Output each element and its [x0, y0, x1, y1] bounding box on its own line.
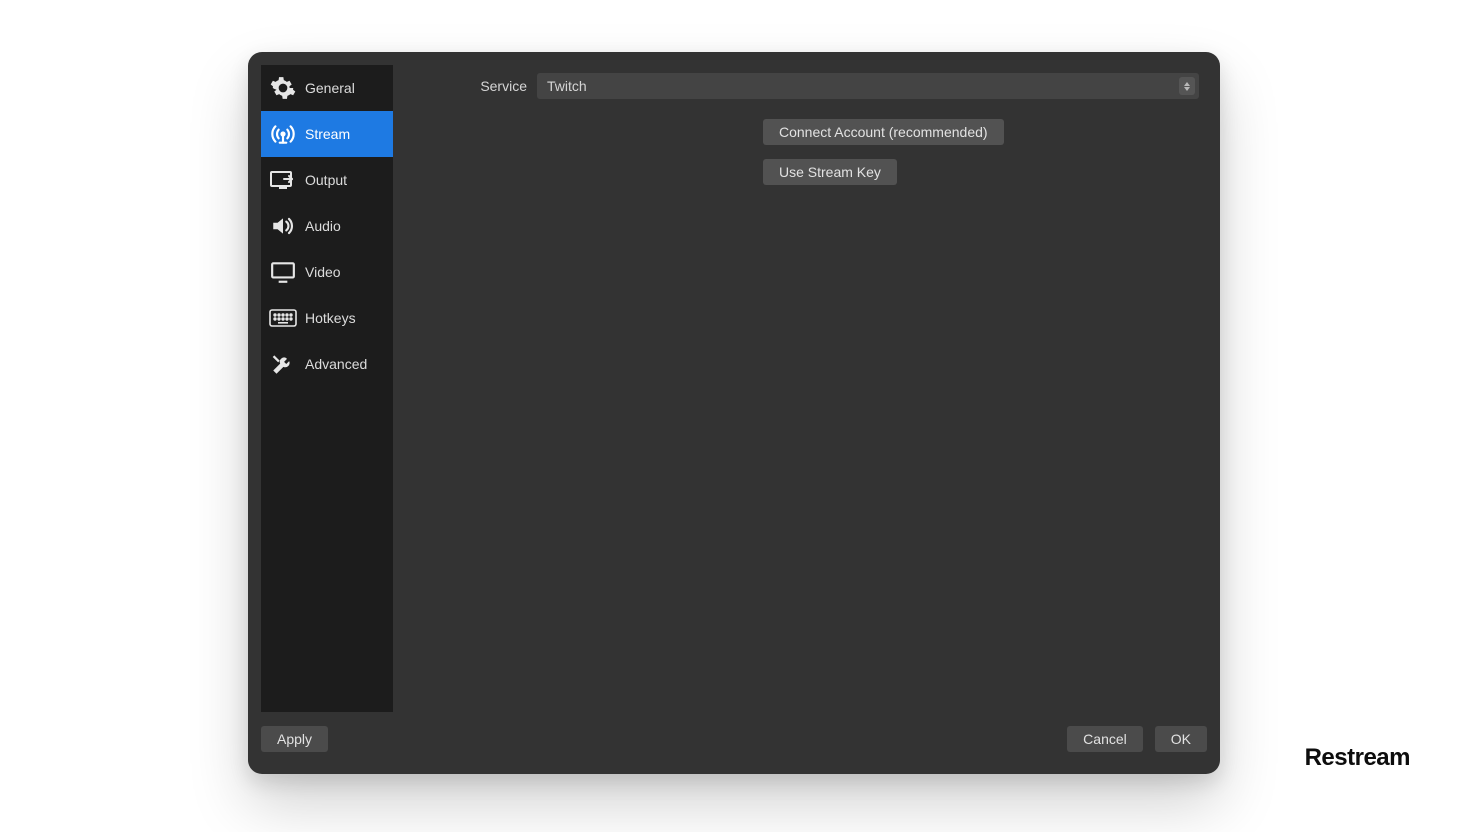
antenna-icon	[269, 120, 297, 148]
sidebar-item-audio[interactable]: Audio	[261, 203, 393, 249]
sidebar-item-label: Output	[305, 172, 347, 188]
speaker-icon	[269, 212, 297, 240]
ok-button[interactable]: OK	[1155, 726, 1207, 752]
connect-account-button[interactable]: Connect Account (recommended)	[763, 119, 1004, 145]
service-label: Service	[407, 78, 527, 94]
output-icon	[269, 166, 297, 194]
keyboard-icon	[269, 304, 297, 332]
sidebar-item-label: Video	[305, 264, 341, 280]
service-row: Service Twitch	[407, 73, 1199, 99]
tools-icon	[269, 350, 297, 378]
gear-icon	[269, 74, 297, 102]
chevron-updown-icon	[1179, 77, 1195, 95]
sidebar-item-video[interactable]: Video	[261, 249, 393, 295]
service-value: Twitch	[547, 78, 587, 94]
sidebar-item-label: Hotkeys	[305, 310, 356, 326]
cancel-button[interactable]: Cancel	[1067, 726, 1143, 752]
service-select[interactable]: Twitch	[537, 73, 1199, 99]
sidebar-item-label: Stream	[305, 126, 350, 142]
use-stream-key-button[interactable]: Use Stream Key	[763, 159, 897, 185]
sidebar-item-general[interactable]: General	[261, 65, 393, 111]
sidebar-item-label: Advanced	[305, 356, 367, 372]
settings-window: General Stream	[248, 52, 1220, 774]
sidebar-item-hotkeys[interactable]: Hotkeys	[261, 295, 393, 341]
sidebar-item-stream[interactable]: Stream	[261, 111, 393, 157]
monitor-icon	[269, 258, 297, 286]
restream-logo: Restream	[1305, 744, 1410, 772]
sidebar-item-output[interactable]: Output	[261, 157, 393, 203]
settings-footer: Apply Cancel OK	[248, 712, 1220, 774]
apply-button[interactable]: Apply	[261, 726, 328, 752]
settings-sidebar: General Stream	[261, 65, 393, 712]
settings-main: Service Twitch Connect Account (recommen…	[393, 65, 1207, 712]
sidebar-item-label: Audio	[305, 218, 341, 234]
sidebar-item-label: General	[305, 80, 355, 96]
sidebar-item-advanced[interactable]: Advanced	[261, 341, 393, 387]
